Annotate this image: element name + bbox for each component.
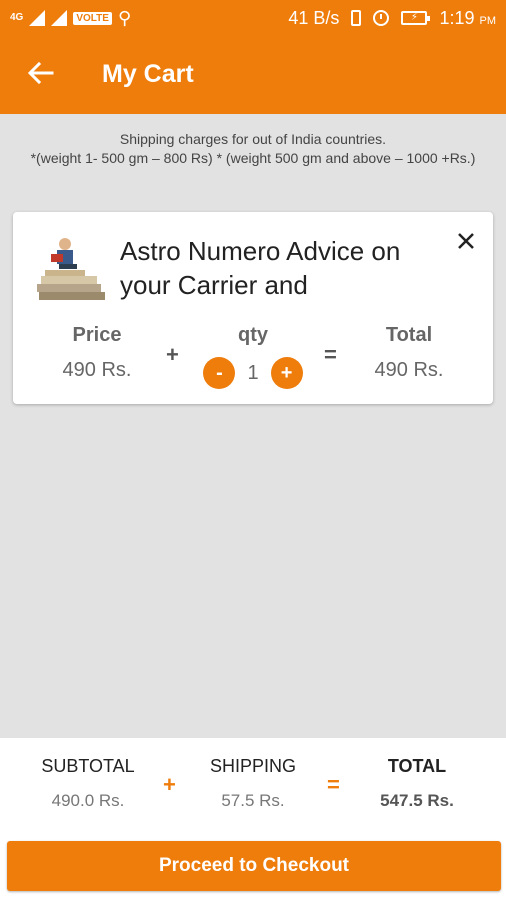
page-title: My Cart [102, 60, 194, 88]
clock-time: 1:19 [439, 7, 475, 28]
shipping-notice-line2: *(weight 1- 500 gm – 800 Rs) * (weight 5… [30, 150, 476, 166]
grand-total-value: 547.5 Rs. [380, 791, 454, 810]
qty-increase-button[interactable]: + [270, 357, 303, 389]
shipping-notice-line1: Shipping charges for out of India countr… [119, 131, 387, 147]
price-column: Price 490 Rs. [47, 324, 147, 382]
shipping-notice: Shipping charges for out of India countr… [20, 130, 486, 168]
alarm-icon [373, 10, 390, 26]
grand-total-label: TOTAL [387, 756, 447, 776]
qty-value: 1 [247, 361, 259, 384]
equals-operator: = [324, 342, 337, 367]
status-bar: 4G VOLTE ⚲ 41 B/s ⚡ 1:19 PM [0, 0, 506, 36]
summary-equals-operator: = [327, 772, 340, 797]
battery-icon: ⚡ [401, 11, 431, 25]
price-label: Price [72, 324, 122, 346]
price-value: 490 Rs. [62, 359, 132, 381]
total-value: 490 Rs. [374, 359, 444, 381]
clock-ampm: PM [479, 14, 497, 27]
close-icon[interactable] [453, 228, 479, 254]
summary-plus-operator: + [163, 772, 176, 797]
shipping-column: SHIPPING 57.5 Rs. [193, 756, 313, 811]
clock: 1:19 PM [439, 8, 496, 29]
product-name: Astro Numero Advice on your Carrier and [120, 236, 401, 300]
grand-total-column: TOTAL 547.5 Rs. [357, 756, 477, 811]
volte-badge: VOLTE [73, 11, 112, 25]
qty-decrease-button[interactable]: - [203, 357, 236, 389]
network-speed: 41 B/s [288, 7, 340, 28]
signal-icon [29, 10, 46, 26]
plus-operator: + [166, 342, 179, 367]
product-image [37, 238, 105, 300]
subtotal-value: 490.0 Rs. [51, 791, 125, 810]
quantity-stepper: - 1 + [193, 357, 313, 389]
subtotal-column: SUBTOTAL 490.0 Rs. [28, 756, 148, 811]
arrow-back-icon[interactable] [22, 56, 58, 92]
shipping-value: 57.5 Rs. [221, 791, 285, 810]
total-label: Total [385, 324, 433, 346]
subtotal-label: SUBTOTAL [41, 756, 135, 776]
network-type: 4G [10, 12, 24, 23]
qty-label: qty [238, 324, 268, 346]
shipping-label: SHIPPING [209, 756, 297, 776]
signal-icon [51, 10, 68, 26]
vibrate-icon [351, 10, 362, 26]
app-bar: My Cart [0, 36, 506, 114]
checkout-button[interactable]: Proceed to Checkout [7, 841, 501, 891]
usb-icon: ⚲ [117, 7, 132, 28]
qty-column: qty - 1 + [193, 324, 313, 389]
total-column: Total 490 Rs. [359, 324, 459, 382]
cart-item-card: Astro Numero Advice on your Carrier and … [13, 212, 493, 404]
